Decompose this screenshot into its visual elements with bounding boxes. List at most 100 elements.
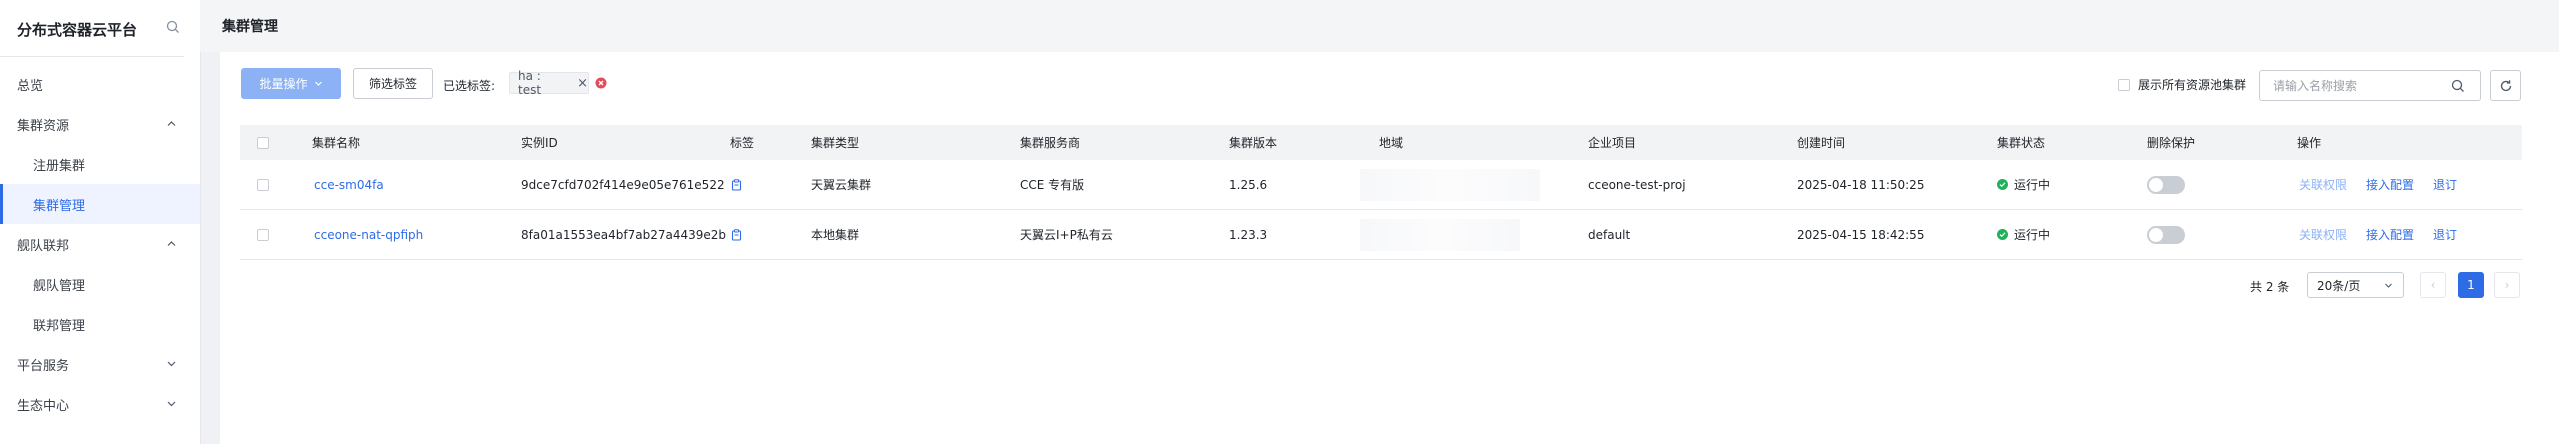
search-icon[interactable] — [166, 20, 180, 34]
cluster-name-link[interactable]: cce-sm04fa — [314, 160, 384, 209]
sidebar-item-federation-management[interactable]: 联邦管理 — [0, 304, 200, 344]
page-title: 集群管理 — [222, 19, 278, 35]
col-header-actions: 操作 — [2297, 136, 2322, 150]
tag-cell[interactable] — [731, 210, 742, 259]
enterprise-project: default — [1588, 227, 1631, 242]
show-all-label: 展示所有资源池集群 — [2138, 78, 2247, 92]
row-select-cell[interactable] — [257, 210, 269, 259]
clipboard-icon[interactable] — [731, 228, 742, 241]
status-text: 运行中 — [2014, 228, 2051, 242]
created-time: 2025-04-15 18:42:55 — [1797, 227, 1925, 242]
delete-protection-toggle[interactable] — [2147, 175, 2185, 194]
row-checkbox[interactable] — [257, 228, 269, 241]
delete-protection-cell — [2147, 210, 2185, 259]
cluster-type: 天翼云集群 — [811, 178, 872, 192]
status-badge: 运行中 — [1997, 210, 2050, 259]
sidebar-item-fleet-management[interactable]: 舰队管理 — [0, 264, 200, 304]
check-circle-icon — [1997, 179, 2008, 190]
sidebar-item-label: 舰队管理 — [33, 278, 86, 294]
chevron-up-icon — [167, 121, 176, 126]
cluster-version: 1.25.6 — [1229, 177, 1268, 192]
next-page-button[interactable]: › — [2494, 272, 2520, 298]
cluster-name-link[interactable]: cceone-nat-qpfiph — [314, 210, 423, 259]
select-all-cell[interactable] — [257, 125, 269, 160]
col-header-instance-id: 实例ID — [521, 136, 558, 150]
sidebar-item-label: 注册集群 — [33, 158, 86, 174]
page-size-select[interactable]: 20条/页 — [2307, 272, 2404, 298]
tag-cell[interactable] — [731, 160, 742, 209]
prev-page-button[interactable]: ‹ — [2420, 272, 2446, 298]
sidebar-item-label: 生态中心 — [17, 398, 70, 414]
status-badge: 运行中 — [1997, 160, 2050, 209]
page-header — [200, 0, 2559, 52]
sidebar: 分布式容器云平台 总览 集群资源 注册集群 集群管理 舰队联邦 舰队管理 联邦管… — [0, 0, 201, 444]
app-title: 分布式容器云平台 — [17, 21, 138, 39]
col-header-provider: 集群服务商 — [1020, 136, 1081, 150]
pagination-total: 共 2 条 — [2250, 280, 2290, 294]
delete-protection-toggle[interactable] — [2147, 225, 2185, 244]
col-header-type: 集群类型 — [811, 136, 860, 150]
sidebar-item-register-cluster[interactable]: 注册集群 — [0, 144, 200, 184]
clear-tags-icon[interactable] — [595, 77, 607, 89]
col-header-delete-protection: 删除保护 — [2147, 136, 2196, 150]
table-row: cceone-nat-qpfiph 8fa01a1553ea4bf7ab27a4… — [240, 210, 2522, 260]
close-icon[interactable]: × — [577, 76, 588, 91]
sidebar-item-label: 平台服务 — [17, 358, 70, 374]
refresh-icon — [2500, 79, 2511, 91]
created-time: 2025-04-18 11:50:25 — [1797, 177, 1925, 192]
tag-chip-text: ha : test — [518, 69, 542, 97]
selected-tags-label: 已选标签: — [443, 79, 496, 93]
cluster-provider: 天翼云I+P私有云 — [1020, 228, 1113, 242]
cluster-provider: CCE 专有版 — [1020, 178, 1085, 192]
chevron-up-icon — [167, 241, 176, 246]
chevron-down-icon — [167, 361, 176, 367]
action-access-config[interactable]: 接入配置 — [2366, 210, 2414, 259]
action-associate-permissions[interactable]: 关联权限 — [2299, 160, 2347, 209]
row-checkbox[interactable] — [257, 178, 269, 191]
table-header: 集群名称 实例ID 标签 集群类型 集群服务商 集群版本 地域 企业项目 创建时… — [240, 125, 2522, 160]
show-all-pools-toggle[interactable]: 展示所有资源池集群 — [2118, 76, 2246, 93]
table-row: cce-sm04fa 9dce7cfd702f414e9e05e761e522 … — [240, 160, 2522, 210]
sidebar-item-ecosystem-center[interactable]: 生态中心 — [0, 384, 200, 424]
page-number-button[interactable]: 1 — [2458, 272, 2484, 298]
col-header-name: 集群名称 — [312, 136, 361, 150]
sidebar-item-label: 集群管理 — [33, 198, 86, 214]
filter-tags-button[interactable]: 筛选标签 — [353, 68, 433, 99]
cluster-version: 1.23.3 — [1229, 227, 1268, 242]
status-text: 运行中 — [2014, 178, 2051, 192]
tag-chip: ha : test × — [509, 69, 589, 97]
region-redacted — [1360, 219, 1520, 251]
instance-id: 8fa01a1553ea4bf7ab27a4439e2b — [521, 227, 726, 242]
col-header-status: 集群状态 — [1997, 136, 2046, 150]
search-input[interactable]: 请输入名称搜索 — [2259, 70, 2436, 101]
check-circle-icon — [1997, 229, 2008, 240]
action-associate-permissions[interactable]: 关联权限 — [2299, 210, 2347, 259]
sidebar-item-cluster-management[interactable]: 集群管理 — [0, 184, 200, 224]
col-header-created: 创建时间 — [1797, 136, 1846, 150]
col-header-tags: 标签 — [730, 136, 755, 150]
batch-operation-label: 批量操作 — [259, 77, 308, 91]
row-select-cell[interactable] — [257, 160, 269, 209]
search-button[interactable] — [2435, 70, 2481, 101]
sidebar-item-cluster-resources[interactable]: 集群资源 — [0, 104, 200, 144]
show-all-checkbox[interactable] — [2118, 78, 2130, 91]
batch-operation-button[interactable]: 批量操作 — [241, 68, 341, 99]
instance-id: 9dce7cfd702f414e9e05e761e522 — [521, 177, 725, 192]
chevron-down-icon — [314, 81, 322, 86]
select-all-checkbox[interactable] — [257, 136, 269, 149]
delete-protection-cell — [2147, 160, 2185, 209]
page-size-label: 20条/页 — [2317, 278, 2361, 293]
sidebar-item-label: 联邦管理 — [33, 318, 86, 334]
sidebar-item-overview[interactable]: 总览 — [0, 64, 200, 104]
cluster-type: 本地集群 — [811, 228, 860, 242]
refresh-button[interactable] — [2490, 70, 2521, 101]
sidebar-item-fleet-federation[interactable]: 舰队联邦 — [0, 224, 200, 264]
chevron-down-icon — [2385, 283, 2392, 288]
action-unsubscribe[interactable]: 退订 — [2433, 160, 2457, 209]
clipboard-icon[interactable] — [731, 178, 742, 191]
chevron-down-icon — [167, 401, 176, 407]
region-redacted — [1360, 169, 1540, 201]
action-unsubscribe[interactable]: 退订 — [2433, 210, 2457, 259]
sidebar-item-platform-services[interactable]: 平台服务 — [0, 344, 200, 384]
action-access-config[interactable]: 接入配置 — [2366, 160, 2414, 209]
